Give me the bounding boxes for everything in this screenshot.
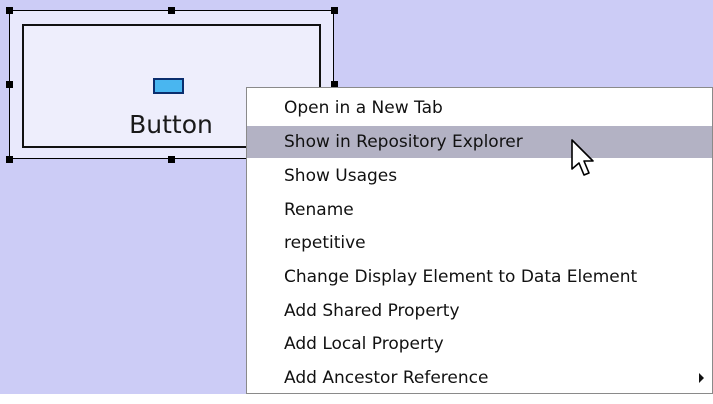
resize-handle-bottom-left[interactable]: [6, 156, 13, 163]
design-canvas[interactable]: Button Open in a New Tab Show in Reposit…: [0, 0, 713, 404]
menu-item-add-shared-property[interactable]: Add Shared Property: [247, 295, 712, 327]
context-menu: Open in a New Tab Show in Repository Exp…: [246, 87, 713, 394]
button-widget-label: Button: [129, 110, 213, 139]
menu-item-show-usages[interactable]: Show Usages: [247, 160, 712, 192]
menu-item-label: Add Ancestor Reference: [284, 368, 489, 388]
menu-item-label: repetitive: [284, 233, 366, 253]
menu-item-rename[interactable]: Rename: [247, 194, 712, 226]
submenu-arrow-icon: [699, 373, 704, 383]
mouse-pointer-icon: [571, 139, 594, 176]
menu-item-label: Add Shared Property: [284, 301, 460, 321]
resize-handle-top[interactable]: [168, 7, 175, 14]
menu-item-add-ancestor-reference[interactable]: Add Ancestor Reference: [247, 362, 712, 394]
resize-handle-bottom[interactable]: [168, 156, 175, 163]
menu-item-add-local-property[interactable]: Add Local Property: [247, 328, 712, 360]
menu-item-label: Open in a New Tab: [284, 98, 443, 118]
button-icon: [153, 78, 184, 94]
menu-item-change-display-element[interactable]: Change Display Element to Data Element: [247, 261, 712, 293]
menu-item-label: Show Usages: [284, 166, 398, 186]
menu-item-open-in-new-tab[interactable]: Open in a New Tab: [247, 92, 712, 124]
resize-handle-top-right[interactable]: [331, 7, 338, 14]
menu-item-label: Rename: [284, 200, 354, 220]
resize-handle-top-left[interactable]: [6, 7, 13, 14]
menu-item-repetitive[interactable]: repetitive: [247, 227, 712, 259]
menu-item-label: Add Local Property: [284, 334, 444, 354]
menu-item-label: Show in Repository Explorer: [284, 132, 523, 152]
menu-item-label: Change Display Element to Data Element: [284, 267, 638, 287]
menu-item-show-in-repository-explorer[interactable]: Show in Repository Explorer: [247, 126, 712, 158]
resize-handle-left[interactable]: [6, 81, 13, 88]
